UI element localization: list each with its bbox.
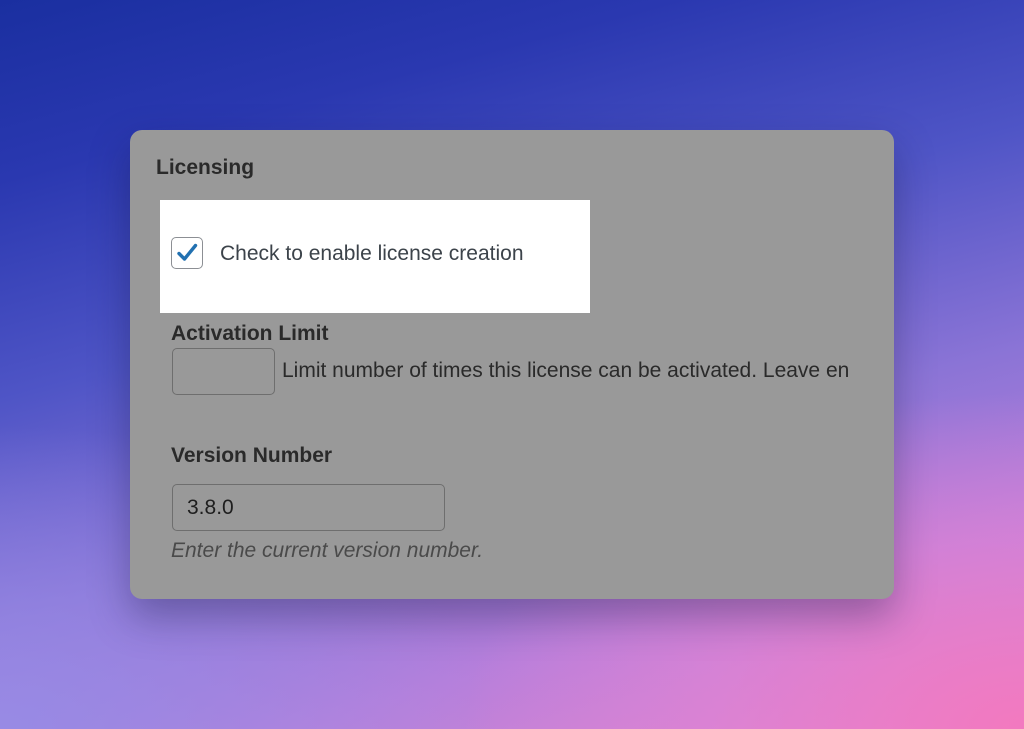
version-number-input[interactable]	[172, 484, 445, 531]
version-number-description: Enter the current version number.	[171, 539, 484, 562]
version-number-label: Version Number	[171, 444, 333, 467]
licensing-panel: Licensing Check to enable license creati…	[130, 130, 894, 599]
enable-license-label[interactable]: Check to enable license creation	[220, 242, 524, 266]
enable-license-checkbox[interactable]	[171, 237, 203, 269]
license-creation-highlight: Check to enable license creation	[160, 200, 590, 313]
activation-limit-description: Limit number of times this license can b…	[282, 359, 850, 382]
activation-limit-input[interactable]	[172, 348, 275, 395]
checkmark-icon	[177, 243, 198, 261]
activation-limit-label: Activation Limit	[171, 322, 329, 345]
panel-title: Licensing	[156, 156, 255, 179]
